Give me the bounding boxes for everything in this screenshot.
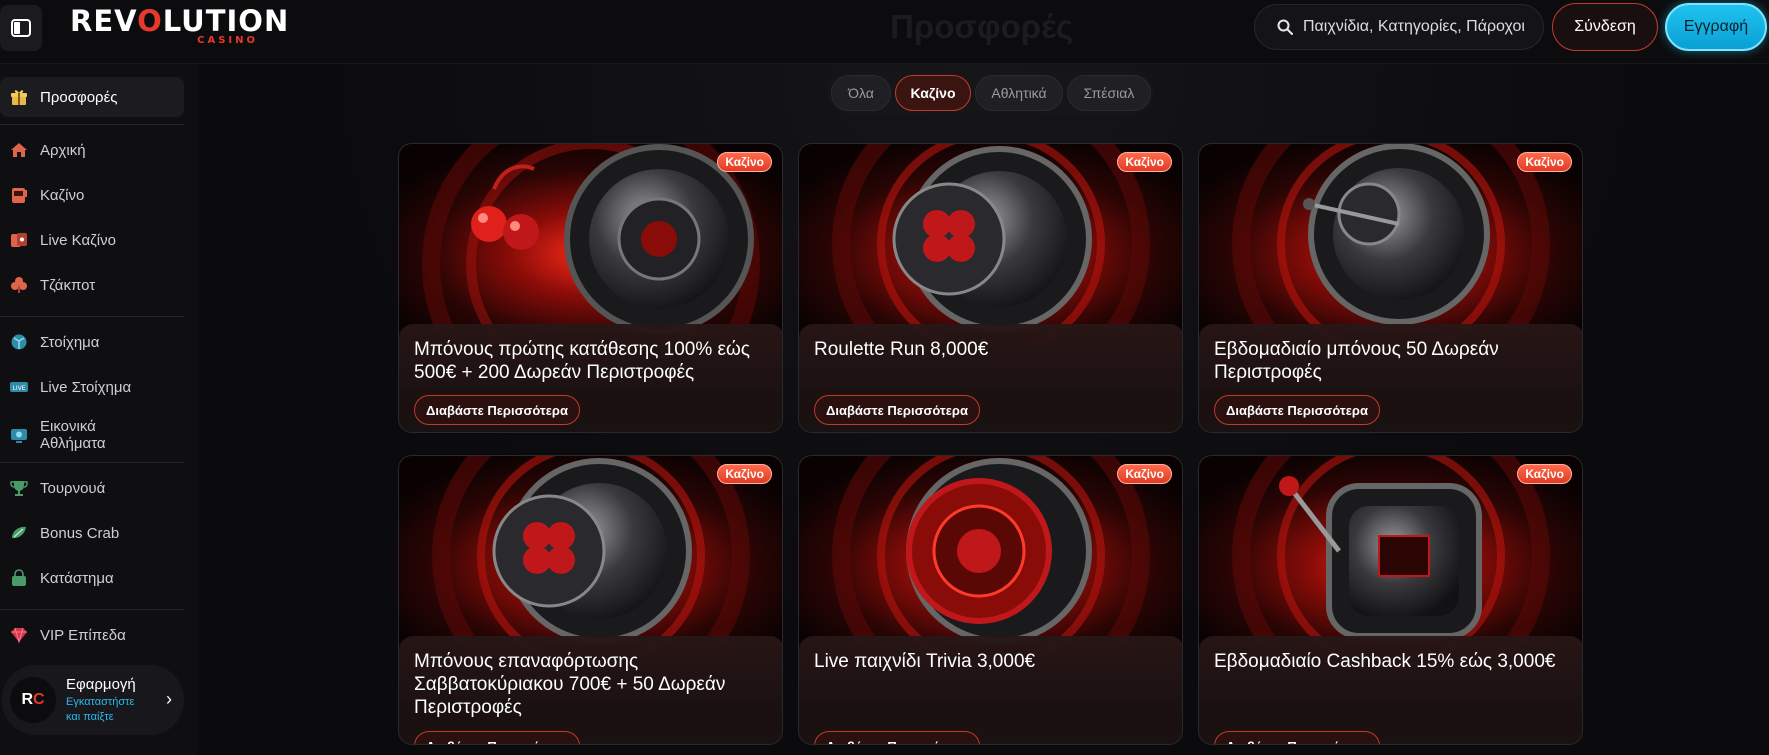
promo-filter-tabs: Όλα Καζίνο Αθλητικά Σπέσιαλ [828, 72, 1154, 114]
promo-title: Roulette Run 8,000€ [814, 339, 989, 360]
promo-card[interactable]: Καζίνο Εβδομαδιαίο μπόνους 50 Δωρεάν Περ… [1198, 143, 1583, 433]
sidebar-item-label: Κατάστημα [40, 569, 114, 587]
jackpot-clover-icon [10, 276, 28, 294]
category-badge: Καζίνο [1517, 464, 1572, 484]
sidebar-item-sports[interactable]: Στοίχημα [0, 322, 184, 362]
gift-icon [10, 88, 28, 106]
promo-card-body: Live παιχνίδι Trivia 3,000€ [799, 636, 1182, 744]
promo-card[interactable]: Καζίνο Εβδομαδιαίο Cashback 15% εώς 3,00… [1198, 455, 1583, 745]
sidebar-divider [0, 316, 184, 317]
sidebar-item-shop[interactable]: Κατάστημα [0, 558, 184, 598]
home-icon [10, 141, 28, 159]
app-logo: RC [10, 677, 56, 723]
sidebar-item-label: Live Στοίχημα [40, 378, 132, 396]
install-app-banner[interactable]: RC Εφαρμογή Εγκαταστήστε και παίξτε › [2, 665, 184, 735]
promo-title: Μπόνους πρώτης κατάθεσης 100% εώς 500€ +… [414, 339, 750, 383]
category-badge: Καζίνο [717, 152, 772, 172]
promo-title: Εβδομαδιαίο Cashback 15% εώς 3,000€ [1214, 651, 1556, 672]
sidebar-item-casino[interactable]: Καζίνο [0, 175, 184, 215]
virtual-sports-icon [10, 426, 28, 444]
logo-subtitle: CASINO [197, 35, 258, 46]
category-badge: Καζίνο [717, 464, 772, 484]
sidebar-item-bonus-crab[interactable]: Bonus Crab [0, 513, 184, 553]
sidebar-item-label: VIP Επίπεδα [40, 626, 126, 644]
read-more-button[interactable]: Διαβάστε Περισσότερα [814, 731, 980, 744]
sidebar-item-label: Στοίχημα [40, 333, 100, 351]
page-title: Προσφορές [890, 8, 1074, 45]
read-more-button[interactable]: Διαβάστε Περισσότερα [414, 395, 580, 425]
register-button[interactable]: Εγγραφή [1665, 3, 1767, 51]
category-badge: Καζίνο [1117, 152, 1172, 172]
sidebar-item-label: Live Καζίνο [40, 231, 116, 249]
promo-card-image [399, 456, 782, 656]
sidebar-item-live-casino[interactable]: Live Καζίνο [0, 220, 184, 260]
sidebar-item-label: Καζίνο [40, 186, 85, 204]
sports-ball-icon [10, 333, 28, 351]
search-bar[interactable] [1254, 4, 1544, 50]
sidebar-item-live-betting[interactable]: LIVE Live Στοίχημα [0, 367, 184, 407]
category-badge: Καζίνο [1517, 152, 1572, 172]
read-more-button[interactable]: Διαβάστε Περισσότερα [1214, 731, 1380, 744]
tab-casino[interactable]: Καζίνο [895, 75, 971, 111]
sidebar-item-vip[interactable]: VIP Επίπεδα [0, 615, 184, 655]
tab-all[interactable]: Όλα [831, 75, 891, 111]
search-icon [1277, 19, 1293, 35]
sidebar-divider [0, 609, 184, 610]
trophy-icon [10, 479, 28, 497]
sidebar-item-home[interactable]: Αρχική [0, 130, 184, 170]
bonus-crab-icon [10, 524, 28, 542]
promo-card-image [799, 456, 1182, 656]
promo-title: Live παιχνίδι Trivia 3,000€ [814, 651, 1036, 672]
read-more-button[interactable]: Διαβάστε Περισσότερα [814, 395, 980, 425]
sidebar-item-label: Τζάκποτ [40, 276, 96, 294]
promo-title: Εβδομαδιαίο μπόνους 50 Δωρεάν Περιστροφέ… [1214, 339, 1499, 383]
promo-card[interactable]: Καζίνο Μπόνους επαναφόρτωσης Σαββατοκύρι… [398, 455, 783, 745]
live-cards-icon [10, 231, 28, 249]
top-header: REVOLUTION CASINO Προσφορές Σύνδεση Εγγρ… [0, 0, 1769, 64]
sidebar-item-label: Bonus Crab [40, 524, 120, 542]
promo-card[interactable]: Καζίνο Μπόνους πρώτης κατάθεσης 100% εώς… [398, 143, 783, 433]
sidebar-item-jackpot[interactable]: Τζάκποτ [0, 265, 184, 305]
promo-card[interactable]: Καζίνο Roulette Run 8,000€ Διαβάστε Περι… [798, 143, 1183, 433]
read-more-button[interactable]: Διαβάστε Περισσότερα [1214, 395, 1380, 425]
svg-text:LIVE: LIVE [12, 385, 25, 392]
promo-card-body: Εβδομαδιαίο Cashback 15% εώς 3,000€ [1199, 636, 1582, 744]
promo-card-body: Μπόνους επαναφόρτωσης Σαββατοκύριακου 70… [399, 636, 782, 744]
sidebar-item-label: Αρχική [40, 141, 86, 159]
sidebar-divider [0, 124, 184, 125]
promo-card-image [1199, 144, 1582, 344]
sidebar-toggle-icon [11, 19, 31, 37]
search-input[interactable] [1303, 18, 1533, 36]
sidebar-item-offers[interactable]: Προσφορές [0, 77, 184, 117]
tab-specials[interactable]: Σπέσιαλ [1067, 75, 1151, 111]
logo-wordmark: REVOLUTION [70, 4, 290, 38]
revolution-casino-logo[interactable]: REVOLUTION CASINO [70, 4, 288, 50]
promo-card-image [1199, 456, 1582, 656]
promo-card[interactable]: Καζίνο Live παιχνίδι Trivia 3,000€ Διαβά… [798, 455, 1183, 745]
sidebar-item-label: Εικονικά Αθλήματα [40, 418, 106, 452]
app-subtitle: Εγκαταστήστε και παίξτε [66, 695, 135, 723]
promo-title: Μπόνους επαναφόρτωσης Σαββατοκύριακου 70… [414, 651, 726, 718]
live-badge-icon: LIVE [10, 378, 28, 396]
shop-icon [10, 569, 28, 587]
sidebar-toggle-button[interactable] [0, 5, 42, 51]
sidebar-item-tournaments[interactable]: Τουρνουά [0, 468, 184, 508]
app-title: Εφαρμογή [66, 675, 136, 693]
chevron-right-icon: › [166, 689, 172, 709]
category-badge: Καζίνο [1117, 464, 1172, 484]
sidebar-item-virtual-sports[interactable]: Εικονικά Αθλήματα [0, 410, 184, 460]
promo-card-image [399, 144, 782, 344]
sidebar: Προσφορές Αρχική Καζίνο Live Καζίνο Τζάκ… [0, 64, 198, 755]
promo-card-image [799, 144, 1182, 344]
slot-machine-icon [10, 186, 28, 204]
login-button[interactable]: Σύνδεση [1552, 3, 1658, 51]
read-more-button[interactable]: Διαβάστε Περισσότερα [414, 731, 580, 744]
sidebar-item-label: Τουρνουά [40, 479, 106, 497]
tab-sports[interactable]: Αθλητικά [975, 75, 1063, 111]
sidebar-item-label: Προσφορές [40, 88, 118, 106]
vip-diamond-icon [10, 626, 28, 644]
sidebar-divider [0, 462, 184, 463]
